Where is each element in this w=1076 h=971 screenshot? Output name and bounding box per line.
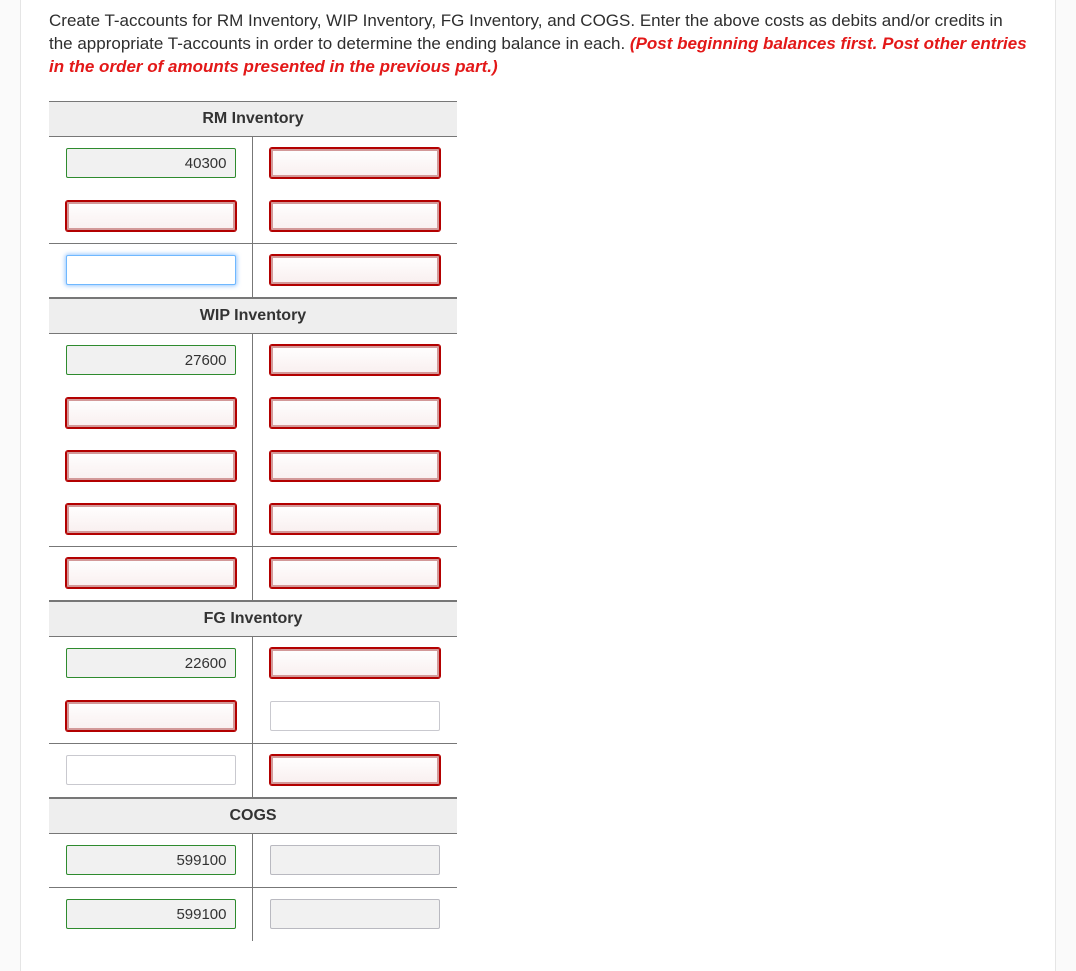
t-account-row — [49, 744, 457, 797]
credit-input[interactable] — [270, 899, 440, 929]
debit-cell — [49, 190, 253, 243]
debit-input[interactable] — [66, 148, 236, 178]
t-account-row — [49, 334, 457, 387]
debit-cell — [49, 440, 253, 493]
credit-cell — [253, 888, 457, 941]
debit-input[interactable] — [66, 899, 236, 929]
account-body — [49, 334, 457, 547]
credit-cell — [253, 190, 457, 243]
credit-input[interactable] — [270, 648, 440, 678]
credit-cell — [253, 244, 457, 297]
credit-cell — [253, 334, 457, 387]
credit-cell — [253, 637, 457, 690]
debit-cell — [49, 834, 253, 887]
debit-cell — [49, 744, 253, 797]
debit-input[interactable] — [66, 451, 236, 481]
account-body — [49, 137, 457, 244]
t-account-row — [49, 834, 457, 887]
credit-input[interactable] — [270, 345, 440, 375]
t-account-row — [49, 137, 457, 190]
credit-cell — [253, 744, 457, 797]
account-title: COGS — [49, 798, 457, 834]
t-account-row — [49, 888, 457, 941]
credit-cell — [253, 387, 457, 440]
debit-cell — [49, 493, 253, 546]
credit-input[interactable] — [270, 451, 440, 481]
credit-cell — [253, 440, 457, 493]
account-body — [49, 637, 457, 744]
credit-cell — [253, 547, 457, 600]
debit-cell — [49, 547, 253, 600]
t-account-row — [49, 493, 457, 546]
credit-input[interactable] — [270, 398, 440, 428]
debit-input[interactable] — [66, 755, 236, 785]
account-totals — [49, 244, 457, 298]
debit-input[interactable] — [66, 201, 236, 231]
credit-cell — [253, 137, 457, 190]
debit-input[interactable] — [66, 398, 236, 428]
account-totals — [49, 744, 457, 798]
account-title: WIP Inventory — [49, 298, 457, 334]
debit-input[interactable] — [66, 255, 236, 285]
credit-input[interactable] — [270, 845, 440, 875]
credit-cell — [253, 493, 457, 546]
account-body — [49, 834, 457, 888]
credit-cell — [253, 690, 457, 743]
debit-cell — [49, 637, 253, 690]
credit-cell — [253, 834, 457, 887]
debit-cell — [49, 137, 253, 190]
t-account-row — [49, 690, 457, 743]
t-account-row — [49, 387, 457, 440]
credit-input[interactable] — [270, 255, 440, 285]
debit-input[interactable] — [66, 558, 236, 588]
debit-input[interactable] — [66, 504, 236, 534]
credit-input[interactable] — [270, 148, 440, 178]
credit-input[interactable] — [270, 701, 440, 731]
credit-input[interactable] — [270, 504, 440, 534]
debit-cell — [49, 334, 253, 387]
t-account-row — [49, 440, 457, 493]
debit-input[interactable] — [66, 648, 236, 678]
debit-input[interactable] — [66, 701, 236, 731]
t-account-row — [49, 547, 457, 600]
instruction-text: Create T-accounts for RM Inventory, WIP … — [49, 0, 1027, 79]
credit-input[interactable] — [270, 558, 440, 588]
credit-input[interactable] — [270, 201, 440, 231]
account-totals — [49, 888, 457, 941]
credit-input[interactable] — [270, 755, 440, 785]
debit-input[interactable] — [66, 845, 236, 875]
debit-input[interactable] — [66, 345, 236, 375]
t-account-row — [49, 637, 457, 690]
t-account-row — [49, 190, 457, 243]
account-title: RM Inventory — [49, 101, 457, 137]
debit-cell — [49, 690, 253, 743]
account-totals — [49, 547, 457, 601]
debit-cell — [49, 244, 253, 297]
t-account-row — [49, 244, 457, 297]
t-accounts-container: RM Inventory WIP Inventory FG Inventory COG… — [49, 101, 457, 941]
account-title: FG Inventory — [49, 601, 457, 637]
debit-cell — [49, 888, 253, 941]
debit-cell — [49, 387, 253, 440]
